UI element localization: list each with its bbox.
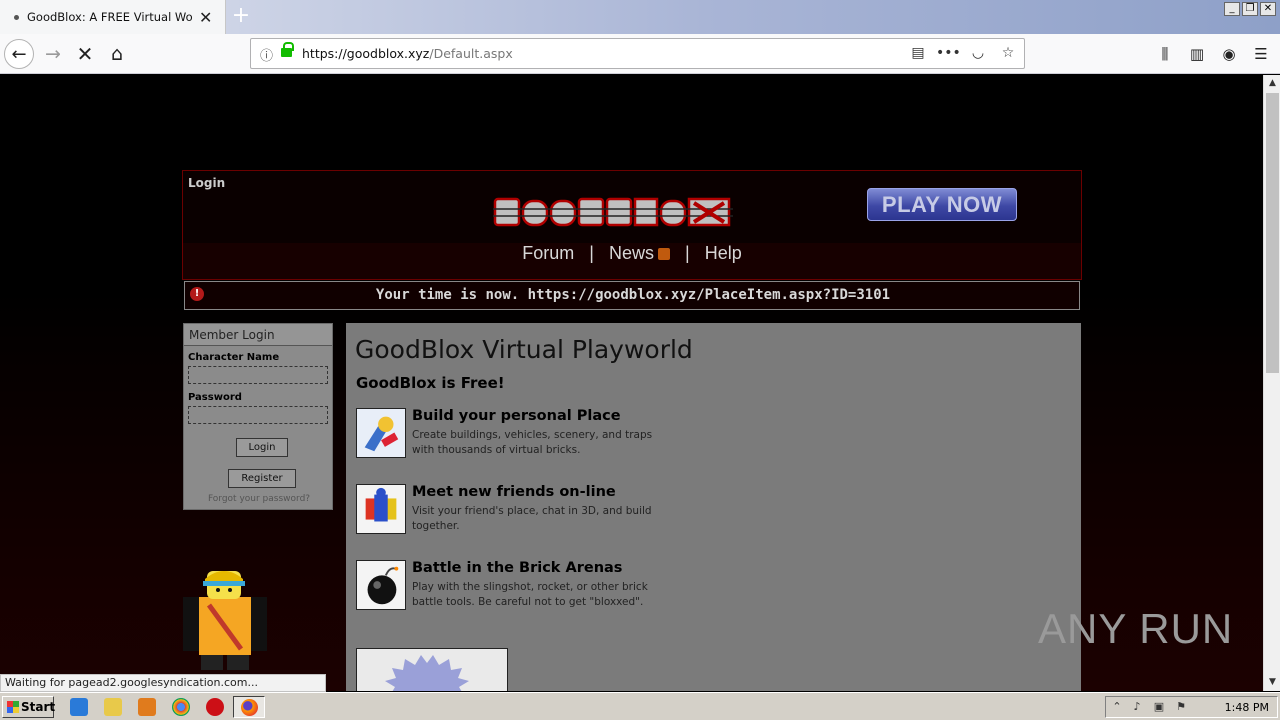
anyrun-watermark: ANY RUN (1038, 605, 1234, 652)
nav-separator: | (685, 243, 690, 263)
main-content: GoodBlox Virtual Playworld GoodBlox is F… (346, 323, 1081, 691)
forward-button[interactable]: → (38, 39, 68, 69)
firefox-icon (241, 699, 258, 716)
status-bar: Waiting for pagead2.googlesyndication.co… (0, 674, 326, 692)
password-field[interactable] (188, 406, 328, 424)
restore-icon[interactable]: ❐ (1242, 2, 1258, 16)
start-label: Start (21, 700, 56, 714)
login-button[interactable]: Login (236, 438, 288, 457)
library-icon[interactable]: ⫼ (1154, 43, 1176, 65)
back-button[interactable]: ← (4, 39, 34, 69)
url-text[interactable]: https://goodblox.xyz/Default.aspx (302, 46, 513, 61)
bomb-icon (356, 560, 406, 610)
hamburger-menu-icon[interactable]: ☰ (1250, 43, 1272, 65)
pocket-icon[interactable]: ◡ (966, 42, 990, 64)
url-path: /Default.aspx (429, 46, 513, 61)
feature-description: Create buildings, vehicles, scenery, and… (412, 429, 653, 456)
main-nav: Forum | News | Help (183, 243, 1081, 279)
opera-icon[interactable] (206, 698, 224, 716)
clock[interactable]: 1:48 PM (1225, 701, 1269, 714)
tab-close-icon[interactable]: ✕ (199, 8, 212, 27)
login-link[interactable]: Login (188, 176, 225, 190)
feature-item: Battle in the Brick Arenas Play with the… (356, 560, 756, 610)
play-now-button[interactable]: PLAY NOW (867, 188, 1017, 221)
page-subtitle: GoodBlox is Free! (356, 374, 505, 392)
windows-logo-icon (7, 701, 19, 713)
alert-banner: ! Your time is now. https://goodblox.xyz… (184, 281, 1080, 310)
browser-tab[interactable]: GoodBlox: A FREE Virtual World-Bu ✕ (0, 0, 226, 34)
character-name-label: Character Name (188, 352, 280, 363)
register-button[interactable]: Register (228, 469, 296, 488)
forgot-password-link[interactable]: Forgot your password? (184, 494, 334, 504)
feature-item: Meet new friends on-line Visit your frie… (356, 484, 756, 534)
member-login-heading: Member Login (184, 324, 332, 346)
scroll-thumb[interactable] (1266, 93, 1279, 373)
windows-taskbar: Start ⌃ ♪ ▣ ⚑ 1:48 PM (0, 692, 1280, 720)
nav-news-link[interactable]: News (609, 243, 654, 263)
page-viewport: Login PLAY NOW Forum | News | Help ! You… (0, 75, 1263, 691)
vertical-scrollbar[interactable]: ▲ ▼ (1263, 75, 1280, 691)
site-info-icon[interactable]: ⓘ (260, 45, 273, 64)
tab-loading-icon (14, 14, 19, 20)
volume-icon[interactable]: ♪ (1130, 700, 1144, 714)
character-name-field[interactable] (188, 366, 328, 384)
feature-title: Battle in the Brick Arenas (412, 560, 623, 576)
explorer-folder-icon[interactable] (104, 698, 122, 716)
home-button[interactable]: ⌂ (102, 39, 132, 69)
ie-icon[interactable] (70, 698, 88, 716)
navigation-toolbar: ← → ✕ ⌂ ⓘ https://goodblox.xyz/Default.a… (0, 34, 1280, 74)
feature-description: Visit your friend's place, chat in 3D, a… (412, 505, 652, 532)
free-badge-image (356, 648, 508, 691)
close-window-icon[interactable]: ✕ (1260, 2, 1276, 16)
site-header: Login PLAY NOW Forum | News | Help (182, 170, 1082, 280)
friends-icon (356, 484, 406, 534)
url-host: https://goodblox.xyz (302, 46, 430, 61)
system-tray: ⌃ ♪ ▣ ⚑ 1:48 PM (1105, 696, 1278, 718)
feature-title: Meet new friends on-line (412, 484, 616, 500)
page-title: GoodBlox Virtual Playworld (355, 335, 693, 364)
minimize-icon[interactable]: _ (1224, 2, 1240, 16)
build-tools-icon (356, 408, 406, 458)
feature-item: Build your personal Place Create buildin… (356, 408, 756, 458)
window-controls: _ ❐ ✕ (1224, 2, 1276, 16)
stop-loading-button[interactable]: ✕ (70, 39, 100, 69)
tab-strip: GoodBlox: A FREE Virtual World-Bu ✕ + _ … (0, 0, 1280, 34)
scroll-down-icon[interactable]: ▼ (1264, 674, 1280, 691)
action-center-flag-icon[interactable]: ⚑ (1174, 700, 1188, 714)
avatar-figure (183, 571, 267, 670)
password-label: Password (188, 392, 242, 403)
network-icon[interactable]: ▣ (1152, 700, 1166, 714)
member-login-panel: Member Login Character Name Password Log… (183, 323, 333, 510)
page-actions-icon[interactable]: ••• (936, 42, 961, 64)
nav-help-link[interactable]: Help (705, 243, 742, 263)
nav-separator: | (589, 243, 594, 263)
nav-forum-link[interactable]: Forum (522, 243, 574, 263)
bookmark-star-icon[interactable]: ☆ (996, 42, 1020, 64)
lock-icon[interactable] (281, 42, 294, 59)
feature-title: Build your personal Place (412, 408, 621, 424)
alert-message: Your time is now. https://goodblox.xyz/P… (375, 287, 891, 303)
tab-title: GoodBlox: A FREE Virtual World-Bu (27, 10, 193, 24)
start-button[interactable]: Start (2, 696, 56, 718)
scroll-up-icon[interactable]: ▲ (1264, 75, 1280, 92)
new-tab-button[interactable]: + (228, 3, 254, 29)
firefox-taskbar-button[interactable] (233, 696, 265, 718)
rss-icon[interactable] (658, 248, 670, 261)
starburst-badge-icon (385, 655, 469, 691)
account-icon[interactable]: ◉ (1218, 43, 1240, 65)
reader-view-icon[interactable]: ▤ (906, 42, 930, 64)
goodblox-logo[interactable] (489, 189, 739, 233)
address-bar[interactable]: ⓘ https://goodblox.xyz/Default.aspx ▤ ••… (250, 38, 1025, 69)
chrome-icon[interactable] (172, 698, 190, 716)
media-player-icon[interactable] (138, 698, 156, 716)
tray-expand-icon[interactable]: ⌃ (1110, 700, 1124, 714)
feature-description: Play with the slingshot, rocket, or othe… (412, 581, 648, 608)
sidebar-icon[interactable]: ▥ (1186, 43, 1208, 65)
